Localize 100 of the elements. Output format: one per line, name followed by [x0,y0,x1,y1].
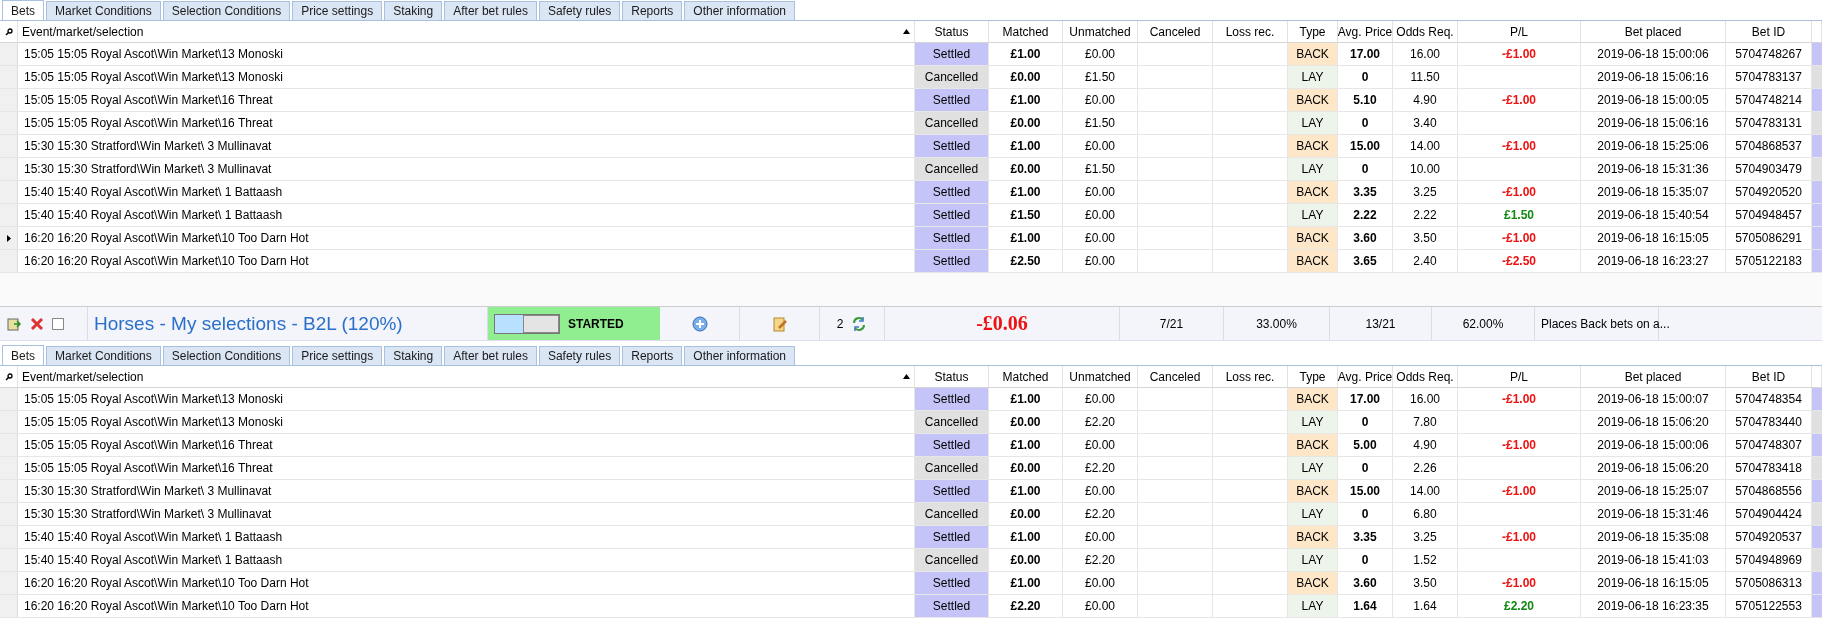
matched-cell: £0.00 [989,158,1063,181]
start-toggle[interactable]: STARTED [488,307,660,340]
matched-cell: £1.00 [989,181,1063,204]
tab[interactable]: Staking [384,346,443,365]
matched-cell: £1.00 [989,434,1063,457]
avg-price-cell: 3.35 [1338,526,1393,549]
bet-placed-cell: 2019-06-18 15:06:16 [1581,66,1726,89]
tab[interactable]: Safety rules [538,346,621,365]
tab[interactable]: After bet rules [444,346,537,365]
unmatched-cell: £0.00 [1063,250,1138,273]
pl-cell: -£1.00 [1458,480,1581,503]
tab[interactable]: Market Conditions [46,346,161,365]
tab[interactable]: Other information [684,346,796,365]
tab[interactable]: Other information [684,1,796,20]
column-header[interactable]: P/L [1510,24,1528,39]
refresh-icon[interactable] [851,315,868,332]
column-header[interactable]: Status [934,24,969,39]
pl-cell: -£1.00 [1458,43,1581,66]
column-header[interactable]: Matched [1002,369,1049,384]
type-cell: LAY [1288,66,1338,89]
pl-cell: -£1.00 [1458,572,1581,595]
bet-id-cell: 5704920537 [1726,526,1812,549]
tab[interactable]: Safety rules [538,1,621,20]
tab[interactable]: Reports [622,1,683,20]
row-status-marker [1812,457,1822,480]
status-cell: Cancelled [915,112,989,135]
unmatched-cell: £0.00 [1063,89,1138,112]
column-header[interactable]: Avg. Price [1337,24,1393,39]
column-header[interactable]: Bet ID [1751,369,1786,384]
column-header[interactable]: Odds Req. [1396,369,1454,384]
odds-cell: 7.80 [1393,411,1458,434]
type-cell: LAY [1288,204,1338,227]
row-status-marker [1812,434,1822,457]
tab[interactable]: Staking [384,1,443,20]
edit-icon[interactable] [771,315,788,332]
bet-id-cell: 5704920520 [1726,181,1812,204]
status-cell: Cancelled [915,549,989,572]
column-header[interactable]: P/L [1510,369,1528,384]
bet-id-cell: 5704783131 [1726,112,1812,135]
pl-cell: -£2.50 [1458,250,1581,273]
avg-price-cell: 0 [1338,411,1393,434]
checkbox[interactable] [52,317,64,330]
bet-placed-cell: 2019-06-18 15:40:54 [1581,204,1726,227]
matched-cell: £2.50 [989,250,1063,273]
bet-placed-cell: 2019-06-18 15:00:07 [1581,388,1726,411]
bet-id-cell: 5704783440 [1726,411,1812,434]
column-header[interactable]: Bet placed [1624,24,1682,39]
avg-price-cell: 2.22 [1338,204,1393,227]
row-status-marker [1812,250,1822,273]
column-header[interactable]: Avg. Price [1337,369,1393,384]
avg-price-cell: 0 [1338,112,1393,135]
column-header[interactable]: Unmatched [1069,24,1131,39]
event-cell: 15:05 15:05 Royal Ascot\Win Market\13 Monoski [18,66,915,89]
column-header[interactable]: Event/market/selection [22,369,144,384]
tab[interactable]: Bets [2,345,44,365]
row-status-marker [1812,181,1822,204]
event-cell: 15:05 15:05 Royal Ascot\Win Market\16 Threat [18,457,915,480]
tab[interactable]: After bet rules [444,1,537,20]
column-header[interactable]: Canceled [1149,369,1201,384]
pl-cell: -£1.00 [1458,89,1581,112]
unmatched-cell: £0.00 [1063,135,1138,158]
column-header[interactable]: Matched [1002,24,1049,39]
tab[interactable]: Reports [622,346,683,365]
bet-id-cell: 5704783418 [1726,457,1812,480]
column-header[interactable]: Loss rec. [1225,24,1275,39]
odds-cell: 3.50 [1393,572,1458,595]
add-icon[interactable] [691,315,708,332]
column-header[interactable]: Unmatched [1069,369,1131,384]
column-header[interactable]: Type [1299,369,1326,384]
matched-cell: £1.00 [989,227,1063,250]
event-cell: 15:30 15:30 Stratford\Win Market\ 3 Mullinavat [18,480,915,503]
close-icon[interactable] [30,316,44,331]
odds-cell: 2.40 [1393,250,1458,273]
tab[interactable]: Price settings [292,1,383,20]
tab[interactable]: Bets [2,0,44,20]
column-header[interactable]: Bet placed [1624,369,1682,384]
type-cell: BACK [1288,434,1338,457]
column-header[interactable]: Loss rec. [1225,369,1275,384]
row-status-marker [1812,158,1822,181]
tab[interactable]: Market Conditions [46,1,161,20]
status-cell: Cancelled [915,66,989,89]
avg-price-cell: 15.00 [1338,135,1393,158]
column-header[interactable]: Odds Req. [1396,24,1454,39]
odds-cell: 2.22 [1393,204,1458,227]
column-header[interactable]: Status [934,369,969,384]
column-header[interactable]: Type [1299,24,1326,39]
pl-cell: -£1.00 [1458,181,1581,204]
search-icon[interactable] [4,372,13,381]
matched-cell: £0.00 [989,457,1063,480]
column-header[interactable]: Event/market/selection [22,24,144,39]
export-icon[interactable] [6,315,22,332]
column-header[interactable]: Bet ID [1751,24,1786,39]
column-header[interactable]: Canceled [1149,24,1201,39]
tab[interactable]: Price settings [292,346,383,365]
tab[interactable]: Selection Conditions [162,346,291,365]
tab[interactable]: Selection Conditions [162,1,291,20]
search-icon[interactable] [4,27,13,36]
row-selector[interactable] [0,227,18,250]
bet-placed-cell: 2019-06-18 15:31:36 [1581,158,1726,181]
unmatched-cell: £1.50 [1063,66,1138,89]
